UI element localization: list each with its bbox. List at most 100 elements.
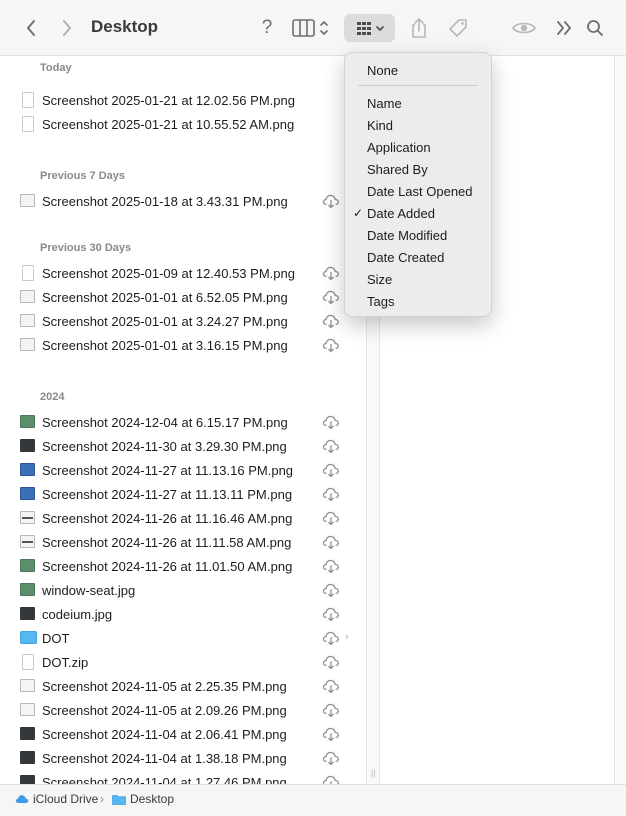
path-item-desktop[interactable]: Desktop <box>112 792 174 806</box>
menu-item-date-created[interactable]: Date Created <box>345 246 491 268</box>
search-button[interactable] <box>582 14 608 42</box>
file-row[interactable]: Screenshot 2024-11-26 at 11.11.58 AM.png <box>0 530 366 554</box>
path-item-icloud-drive[interactable]: iCloud Drive <box>15 792 98 806</box>
view-mode-button[interactable] <box>288 14 334 42</box>
cloud-download-icon[interactable] <box>322 534 340 550</box>
menu-item-none[interactable]: None <box>345 59 491 81</box>
file-name: Screenshot 2025-01-09 at 12.40.53 PM.png <box>42 265 295 281</box>
file-thumbnail-icon <box>20 439 35 452</box>
menu-item-date-modified[interactable]: Date Modified <box>345 224 491 246</box>
group-by-button[interactable] <box>344 14 395 42</box>
file-row[interactable]: Screenshot 2025-01-21 at 10.55.52 AM.png <box>0 112 366 136</box>
file-name: Screenshot 2025-01-01 at 6.52.05 PM.png <box>42 289 288 305</box>
cloud-download-icon[interactable] <box>322 438 340 454</box>
file-thumbnail-icon <box>22 654 34 670</box>
file-name: Screenshot 2024-11-05 at 2.25.35 PM.png <box>42 678 287 694</box>
file-thumbnail-icon <box>20 703 35 716</box>
cloud-download-icon[interactable] <box>322 678 340 694</box>
file-row[interactable]: Screenshot 2024-11-04 at 1.27.46 PM.png <box>0 770 366 784</box>
cloud-download-icon[interactable] <box>322 265 340 281</box>
file-row[interactable]: Screenshot 2024-11-27 at 11.13.11 PM.png <box>0 482 366 506</box>
group-by-icon <box>356 22 384 35</box>
folder-row[interactable]: DOT › <box>0 626 366 650</box>
finder-window: Desktop ? Today Screenshot 2025-01-21 at… <box>0 0 626 816</box>
cloud-download-icon[interactable] <box>322 289 340 305</box>
quick-look-button[interactable] <box>509 14 539 42</box>
section-header: 2024 <box>40 391 65 403</box>
menu-item-date-last-opened[interactable]: Date Last Opened <box>345 180 491 202</box>
tag-button[interactable] <box>444 14 472 42</box>
file-row[interactable]: Screenshot 2024-11-30 at 3.29.30 PM.png <box>0 434 366 458</box>
cloud-download-icon[interactable] <box>322 582 340 598</box>
file-name: DOT <box>42 630 70 646</box>
file-name: Screenshot 2024-11-30 at 3.29.30 PM.png <box>42 438 287 454</box>
file-row[interactable]: Screenshot 2025-01-01 at 3.24.27 PM.png <box>0 309 366 333</box>
cloud-download-icon[interactable] <box>322 337 340 353</box>
file-thumbnail-icon <box>20 607 35 620</box>
file-name: Screenshot 2025-01-01 at 3.24.27 PM.png <box>42 313 288 329</box>
cloud-download-icon[interactable] <box>322 630 340 646</box>
file-thumbnail-icon <box>22 265 34 281</box>
back-button[interactable] <box>18 14 44 42</box>
cloud-download-icon[interactable] <box>322 654 340 670</box>
file-row[interactable]: codeium.jpg <box>0 602 366 626</box>
cloud-download-icon[interactable] <box>322 510 340 526</box>
file-row[interactable]: Screenshot 2025-01-21 at 12.02.56 PM.png <box>0 88 366 112</box>
cloud-download-icon[interactable] <box>322 193 340 209</box>
cloud-download-icon[interactable] <box>322 702 340 718</box>
share-button[interactable] <box>406 14 432 42</box>
file-row[interactable]: Screenshot 2024-11-04 at 2.06.41 PM.png <box>0 722 366 746</box>
menu-item-date-added[interactable]: ✓ Date Added <box>345 202 491 224</box>
file-thumbnail-icon <box>20 535 35 548</box>
more-toolbar-button[interactable] <box>551 14 577 42</box>
resize-grip-icon[interactable]: || <box>371 768 376 778</box>
cloud-download-icon[interactable] <box>322 750 340 766</box>
help-button[interactable]: ? <box>254 14 280 42</box>
menu-separator <box>358 85 478 86</box>
menu-item-kind[interactable]: Kind <box>345 114 491 136</box>
file-name: Screenshot 2024-11-04 at 2.06.41 PM.png <box>42 726 287 742</box>
cloud-download-icon[interactable] <box>322 462 340 478</box>
file-row[interactable]: Screenshot 2025-01-01 at 6.52.05 PM.png <box>0 285 366 309</box>
cloud-download-icon[interactable] <box>322 558 340 574</box>
menu-item-tags[interactable]: Tags <box>345 290 491 312</box>
group-by-menu: None Name Kind Application Shared By Date Las… <box>344 52 492 317</box>
cloud-download-icon[interactable] <box>322 414 340 430</box>
file-thumbnail-icon <box>20 314 35 327</box>
menu-item-label: Size <box>367 271 393 287</box>
cloud-download-icon[interactable] <box>322 486 340 502</box>
file-row[interactable]: Screenshot 2024-11-27 at 11.13.16 PM.png <box>0 458 366 482</box>
file-thumbnail-icon <box>20 290 35 303</box>
menu-item-size[interactable]: Size <box>345 268 491 290</box>
file-row[interactable]: DOT.zip <box>0 650 366 674</box>
cloud-download-icon[interactable] <box>322 726 340 742</box>
file-row[interactable]: Screenshot 2025-01-09 at 12.40.53 PM.png <box>0 261 366 285</box>
file-row[interactable]: Screenshot 2024-11-04 at 1.38.18 PM.png <box>0 746 366 770</box>
file-name: window-seat.jpg <box>42 582 136 598</box>
file-row[interactable]: Screenshot 2025-01-18 at 3.43.31 PM.png <box>0 189 366 213</box>
file-row[interactable]: Screenshot 2024-11-05 at 2.25.35 PM.png <box>0 674 366 698</box>
menu-item-application[interactable]: Application <box>345 136 491 158</box>
file-row[interactable]: Screenshot 2024-12-04 at 6.15.17 PM.png <box>0 410 366 434</box>
section-header: Previous 30 Days <box>40 242 132 254</box>
file-thumbnail-icon <box>20 487 35 500</box>
menu-item-name[interactable]: Name <box>345 92 491 114</box>
file-row[interactable]: Screenshot 2025-01-01 at 3.16.15 PM.png <box>0 333 366 357</box>
file-name: Screenshot 2025-01-21 at 10.55.52 AM.png <box>42 116 295 132</box>
file-row[interactable]: window-seat.jpg <box>0 578 366 602</box>
file-row[interactable]: Screenshot 2024-11-26 at 11.01.50 AM.png <box>0 554 366 578</box>
cloud-download-icon[interactable] <box>322 606 340 622</box>
cloud-download-icon[interactable] <box>322 313 340 329</box>
file-row[interactable]: Screenshot 2024-11-05 at 2.09.26 PM.png <box>0 698 366 722</box>
file-row[interactable]: Screenshot 2024-11-26 at 11.16.46 AM.png <box>0 506 366 530</box>
share-icon <box>412 18 426 38</box>
menu-item-shared-by[interactable]: Shared By <box>345 158 491 180</box>
toolbar: Desktop ? <box>0 0 626 56</box>
forward-button[interactable] <box>54 14 80 42</box>
cloud-icon <box>15 795 29 803</box>
cloud-download-icon[interactable] <box>322 774 340 784</box>
chevron-right-icon: › <box>345 631 349 643</box>
file-name: Screenshot 2025-01-01 at 3.16.15 PM.png <box>42 337 288 353</box>
file-thumbnail-icon <box>20 751 35 764</box>
window-title: Desktop <box>91 17 159 36</box>
